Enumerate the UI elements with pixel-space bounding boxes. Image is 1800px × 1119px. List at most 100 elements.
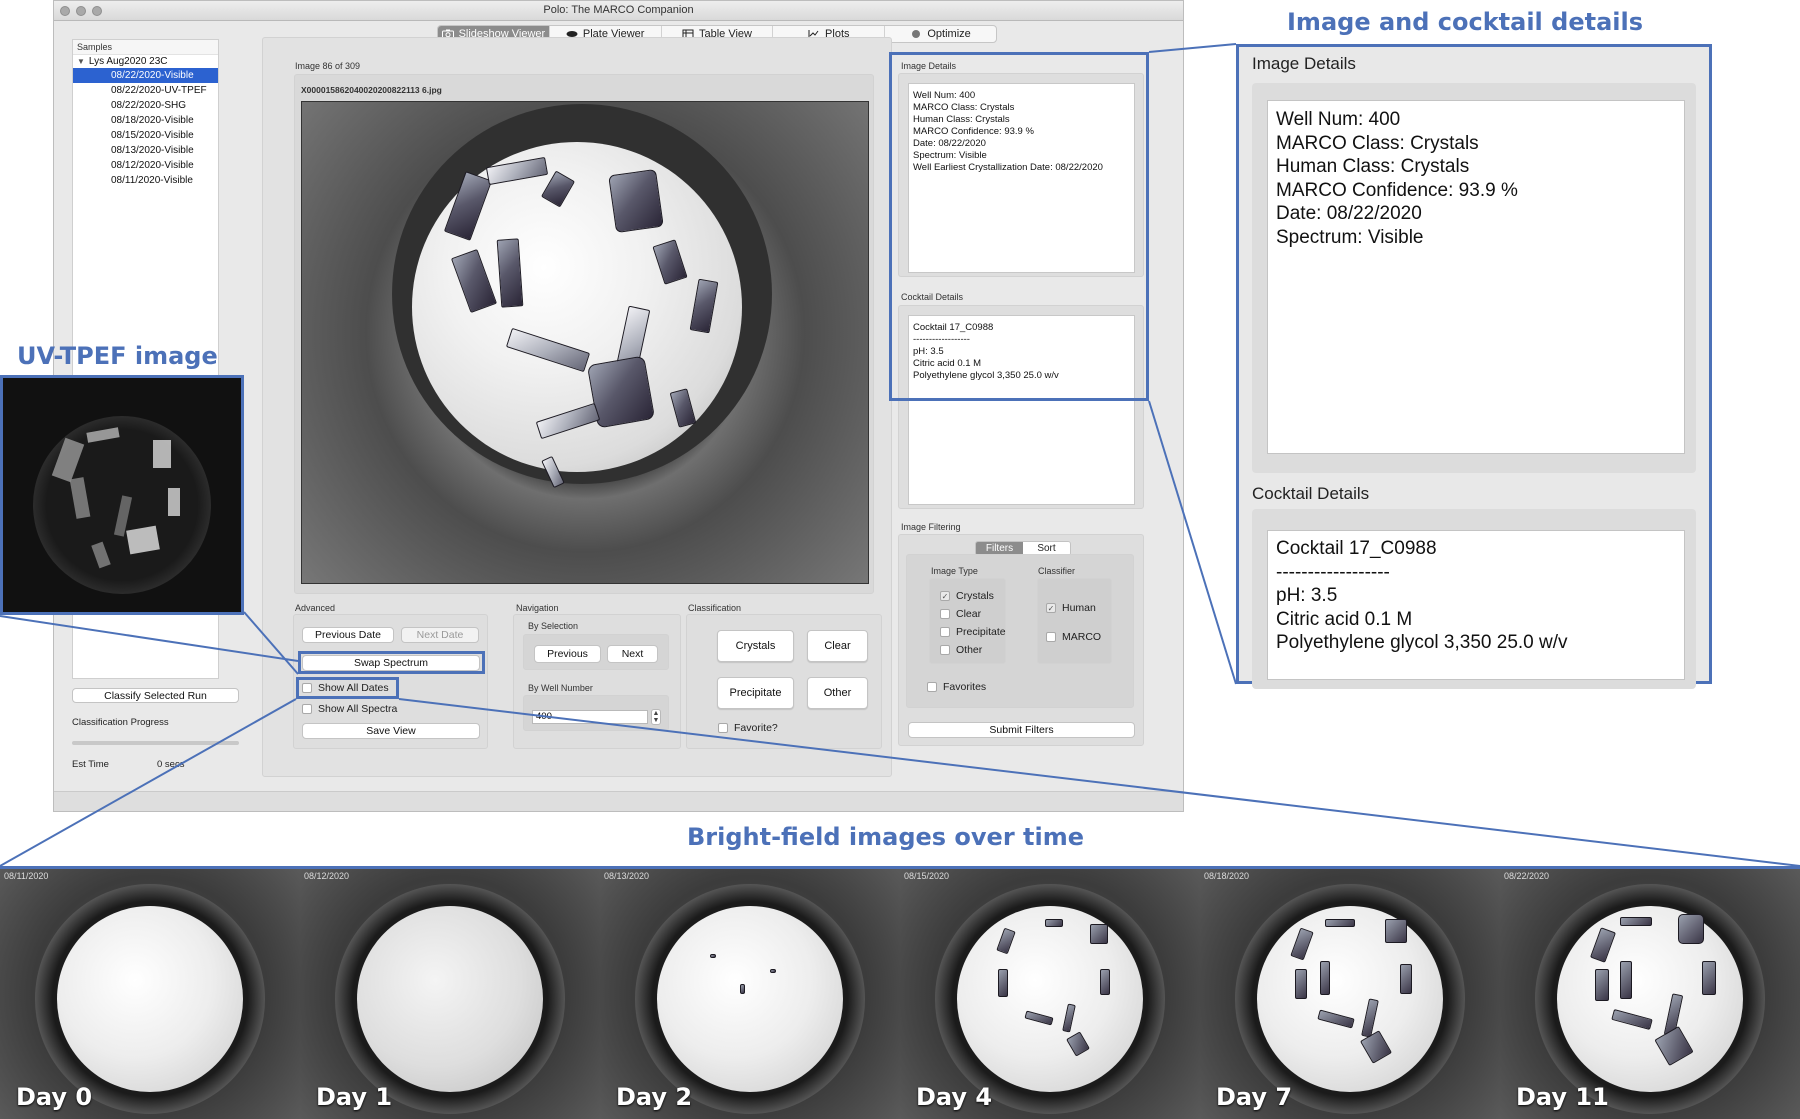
checkbox-label: Favorite? bbox=[734, 722, 778, 734]
frame-day-label: Day 7 bbox=[1216, 1083, 1293, 1111]
crystals-button[interactable]: Crystals bbox=[717, 630, 794, 662]
submit-filters-button[interactable]: Submit Filters bbox=[908, 722, 1135, 738]
frame-date: 08/11/2020 bbox=[4, 871, 49, 881]
classify-selected-run-button[interactable]: Classify Selected Run bbox=[72, 688, 239, 703]
details-highlight-box bbox=[889, 52, 1149, 401]
checkbox-label: Show All Spectra bbox=[318, 703, 398, 715]
zoom-image-details-text: Well Num: 400 MARCO Class: Crystals Huma… bbox=[1267, 100, 1685, 454]
timeline-frame: 08/18/2020 Day 7 bbox=[1200, 869, 1500, 1119]
est-time-label: Est Time bbox=[72, 759, 109, 770]
frame-date: 08/18/2020 bbox=[1204, 871, 1250, 881]
frame-date: 08/15/2020 bbox=[904, 871, 950, 881]
checkbox-box[interactable] bbox=[927, 682, 937, 692]
window-title: Polo: The MARCO Companion bbox=[543, 4, 694, 16]
filter-other-checkbox[interactable]: Other bbox=[940, 644, 982, 656]
by-selection-label: By Selection bbox=[528, 621, 579, 631]
checkbox-box[interactable] bbox=[940, 627, 950, 637]
well-number-input[interactable]: 400 bbox=[532, 710, 648, 724]
filter-marco-checkbox[interactable]: MARCO bbox=[1046, 631, 1101, 643]
tab-optimize[interactable]: Optimize bbox=[885, 26, 996, 42]
precipitate-button[interactable]: Precipitate bbox=[717, 677, 794, 709]
by-well-number-label: By Well Number bbox=[528, 683, 593, 693]
other-button[interactable]: Other bbox=[807, 677, 868, 709]
checkbox-box[interactable]: ✓ bbox=[940, 591, 950, 601]
classifier-label: Classifier bbox=[1038, 566, 1076, 576]
est-time-value: 0 secs bbox=[157, 759, 185, 770]
sidebar-item-run[interactable]: 08/22/2020-SHG bbox=[73, 98, 218, 113]
show-all-dates-highlight-box bbox=[296, 677, 399, 699]
checkbox-label: MARCO bbox=[1062, 631, 1102, 643]
checkbox-label: Crystals bbox=[956, 590, 994, 602]
disclosure-triangle-icon[interactable]: ▼ bbox=[77, 57, 85, 66]
filter-human-checkbox[interactable]: ✓ Human bbox=[1046, 602, 1096, 614]
sidebar-item-run[interactable]: 08/18/2020-Visible bbox=[73, 113, 218, 128]
show-all-spectra-checkbox[interactable]: Show All Spectra bbox=[302, 703, 397, 715]
checkbox-box[interactable]: ✓ bbox=[1046, 603, 1056, 613]
details-callout-title: Image and cocktail details bbox=[1287, 8, 1644, 36]
filter-precipitate-checkbox[interactable]: Precipitate bbox=[940, 626, 1006, 638]
sidebar-item-run[interactable]: 08/13/2020-Visible bbox=[73, 143, 218, 158]
navigation-label: Navigation bbox=[516, 603, 559, 613]
frame-date: 08/12/2020 bbox=[304, 871, 350, 881]
filter-clear-checkbox[interactable]: Clear bbox=[940, 608, 981, 620]
previous-button[interactable]: Previous bbox=[534, 645, 601, 663]
zoom-image-details-label: Image Details bbox=[1252, 54, 1356, 73]
zoom-cocktail-label: Cocktail Details bbox=[1252, 484, 1370, 503]
frame-day-label: Day 4 bbox=[916, 1083, 993, 1111]
sidebar-item-run[interactable]: 08/11/2020-Visible bbox=[73, 173, 218, 188]
next-date-button[interactable]: Next Date bbox=[401, 627, 479, 643]
well-drop bbox=[957, 906, 1143, 1092]
checkbox-label: Other bbox=[956, 644, 983, 656]
checkbox-box[interactable] bbox=[1046, 632, 1056, 642]
tree-parent-label: Lys Aug2020 23C bbox=[88, 56, 168, 67]
checkbox-box[interactable] bbox=[940, 609, 950, 619]
checkbox-box[interactable] bbox=[940, 645, 950, 655]
checkbox-label: Precipitate bbox=[956, 626, 1006, 638]
sidebar-item-run[interactable]: 08/22/2020-Visible bbox=[73, 68, 218, 83]
previous-date-button[interactable]: Previous Date bbox=[302, 627, 394, 643]
classification-progress-bar bbox=[72, 741, 239, 745]
advanced-label: Advanced bbox=[295, 603, 336, 613]
checkbox-box[interactable] bbox=[718, 723, 728, 733]
image-filtering-label: Image Filtering bbox=[901, 522, 961, 532]
checkbox-label: Clear bbox=[956, 608, 982, 620]
timeline-frame: 08/12/2020 Day 1 bbox=[300, 869, 600, 1119]
frame-day-label: Day 11 bbox=[1516, 1083, 1609, 1111]
tree-parent-run[interactable]: ▼ Lys Aug2020 23C bbox=[73, 55, 218, 68]
next-button[interactable]: Next bbox=[607, 645, 658, 663]
filter-favorites-checkbox[interactable]: Favorites bbox=[927, 681, 986, 693]
well-drop bbox=[357, 906, 543, 1092]
well-drop bbox=[1257, 906, 1443, 1092]
filter-crystals-checkbox[interactable]: ✓ Crystals bbox=[940, 590, 994, 602]
favorite-checkbox[interactable]: Favorite? bbox=[718, 722, 778, 734]
sidebar-item-run[interactable]: 08/15/2020-Visible bbox=[73, 128, 218, 143]
uv-tpef-image bbox=[0, 375, 244, 615]
image-counter: Image 86 of 309 bbox=[295, 61, 361, 71]
uv-callout-title: UV-TPEF image bbox=[17, 342, 218, 370]
well-drop bbox=[57, 906, 243, 1092]
classification-progress-label: Classification Progress bbox=[72, 717, 169, 728]
frame-day-label: Day 1 bbox=[316, 1083, 393, 1111]
brightfield-timeline: 08/11/2020 Day 0 08/12/2020 Day 1 08/13/… bbox=[0, 866, 1800, 1119]
clear-button[interactable]: Clear bbox=[807, 630, 868, 662]
checkbox-box[interactable] bbox=[302, 704, 312, 714]
well-drop bbox=[657, 906, 843, 1092]
classification-label: Classification bbox=[688, 603, 742, 613]
save-view-button[interactable]: Save View bbox=[302, 723, 480, 739]
image-type-label: Image Type bbox=[931, 566, 978, 576]
classifier-group bbox=[1037, 578, 1112, 664]
sidebar-item-run[interactable]: 08/12/2020-Visible bbox=[73, 158, 218, 173]
enlarged-details-panel: Image Details Well Num: 400 MARCO Class:… bbox=[1236, 44, 1712, 689]
image-filename: X000015862040020200822113 6.jpg bbox=[301, 85, 442, 95]
samples-header: Samples bbox=[73, 40, 218, 55]
well-drop bbox=[1557, 906, 1743, 1092]
frame-day-label: Day 2 bbox=[616, 1083, 693, 1111]
timeline-frame: 08/13/2020 Day 2 bbox=[600, 869, 900, 1119]
sidebar-item-run[interactable]: 08/22/2020-UV-TPEF bbox=[73, 83, 218, 98]
well-number-stepper[interactable]: ▲ ▼ bbox=[651, 709, 661, 725]
well-image bbox=[301, 101, 869, 584]
frame-day-label: Day 0 bbox=[16, 1083, 93, 1111]
frame-date: 08/22/2020 bbox=[1504, 871, 1550, 881]
timeline-frame: 08/11/2020 Day 0 bbox=[0, 869, 300, 1119]
window-footer bbox=[54, 791, 1183, 811]
